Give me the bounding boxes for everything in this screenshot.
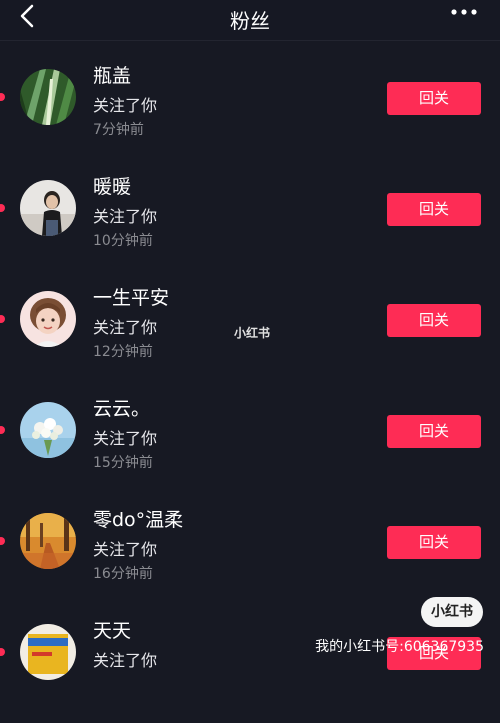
follower-name[interactable]: 零do°温柔 bbox=[93, 505, 183, 532]
girl-photo-avatar[interactable] bbox=[20, 180, 76, 236]
product-box-avatar[interactable] bbox=[20, 624, 76, 680]
unread-dot bbox=[0, 93, 5, 101]
watermark-logo: 小红书 bbox=[234, 326, 271, 340]
follow-action-text: 关注了你 bbox=[93, 540, 158, 559]
follower-row[interactable]: 天天 关注了你 回关 bbox=[0, 612, 500, 723]
follower-row[interactable]: 云云。 关注了你 15分钟前 回关 bbox=[0, 390, 500, 501]
follow-time: 15分钟前 bbox=[93, 455, 153, 471]
follow-back-button[interactable]: 回关 bbox=[387, 415, 481, 448]
follow-action-text: 关注了你 bbox=[93, 96, 158, 115]
autumn-path-avatar[interactable] bbox=[20, 513, 76, 569]
flower-bouquet-avatar[interactable] bbox=[20, 402, 76, 458]
unread-dot bbox=[0, 204, 5, 212]
follower-name[interactable]: 暖暖 bbox=[93, 172, 131, 199]
unread-dot bbox=[0, 426, 5, 434]
follow-time: 16分钟前 bbox=[93, 566, 153, 582]
follow-time: 7分钟前 bbox=[93, 122, 144, 138]
follower-row[interactable]: 零do°温柔 关注了你 16分钟前 回关 bbox=[0, 501, 500, 612]
unread-dot bbox=[0, 537, 5, 545]
unread-dot bbox=[0, 648, 5, 656]
follow-time: 12分钟前 bbox=[93, 344, 153, 360]
follower-row[interactable]: 暖暖 关注了你 10分钟前 回关 bbox=[0, 168, 500, 279]
plant-leaves-avatar[interactable] bbox=[20, 69, 76, 125]
ellipsis-icon[interactable] bbox=[446, 2, 482, 22]
watermark-badge: 小红书 bbox=[421, 597, 483, 627]
follow-back-button[interactable]: 回关 bbox=[387, 82, 481, 115]
follower-name[interactable]: 天天 bbox=[93, 616, 131, 643]
follow-back-button[interactable]: 回关 bbox=[387, 526, 481, 559]
follower-name[interactable]: 瓶盖 bbox=[93, 61, 131, 88]
follow-back-button[interactable]: 回关 bbox=[387, 304, 481, 337]
watermark-user-id: 我的小红书号:606367935 bbox=[315, 639, 484, 655]
top-nav-bar: 粉丝 bbox=[0, 0, 500, 41]
follower-name[interactable]: 一生平安 bbox=[93, 283, 169, 310]
cartoon-girl-avatar[interactable] bbox=[20, 291, 76, 347]
follower-row[interactable]: 瓶盖 关注了你 7分钟前 回关 bbox=[0, 57, 500, 168]
follow-action-text: 关注了你 bbox=[93, 651, 158, 670]
follower-name[interactable]: 云云。 bbox=[93, 394, 150, 421]
follow-time: 10分钟前 bbox=[93, 233, 153, 249]
unread-dot bbox=[0, 315, 5, 323]
page-title: 粉丝 bbox=[230, 9, 270, 33]
follow-action-text: 关注了你 bbox=[93, 207, 158, 226]
follow-back-button[interactable]: 回关 bbox=[387, 193, 481, 226]
follow-action-text: 关注了你 bbox=[93, 318, 158, 337]
follow-action-text: 关注了你 bbox=[93, 429, 158, 448]
